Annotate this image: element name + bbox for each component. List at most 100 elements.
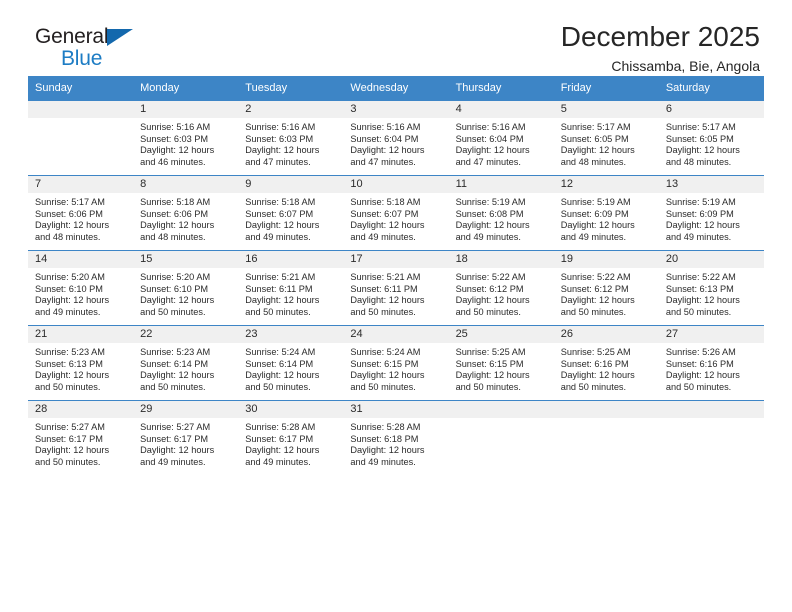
sunset-text: Sunset: 6:13 PM	[665, 283, 734, 294]
day-cell-inner: 15 Sunrise: 5:20 AM Sunset: 6:10 PM Dayligh…	[133, 251, 239, 325]
day-number: 5	[553, 101, 659, 118]
day-details: Sunrise: 5:21 AM Sunset: 6:11 PM Daylight:…	[343, 268, 448, 318]
calendar-day-cell[interactable]: 24 Sunrise: 5:24 AM Sunset: 6:15 PM Dayligh…	[343, 325, 449, 401]
sunrise-text: Sunrise: 5:24 AM	[245, 347, 316, 357]
calendar-day-cell[interactable]: 28 Sunrise: 5:27 AM Sunset: 6:17 PM Dayligh…	[28, 400, 134, 475]
sunrise-text: Sunrise: 5:25 AM	[560, 347, 631, 357]
daylight-text-line2: and 50 minutes.	[560, 306, 627, 317]
calendar-day-cell[interactable]	[28, 100, 134, 176]
calendar-day-cell[interactable]: 3 Sunrise: 5:16 AM Sunset: 6:04 PM Daylight…	[343, 100, 449, 176]
calendar-day-cell[interactable]: 12 Sunrise: 5:19 AM Sunset: 6:09 PM Dayligh…	[553, 175, 659, 251]
day-number: 29	[133, 401, 239, 418]
day-details: Sunrise: 5:19 AM Sunset: 6:09 PM Daylight:…	[554, 193, 659, 243]
calendar-day-cell[interactable]: 2 Sunrise: 5:16 AM Sunset: 6:03 PM Daylight…	[238, 100, 344, 176]
calendar-day-cell[interactable]	[658, 400, 764, 475]
daylight-text-line2: and 49 minutes.	[350, 456, 416, 467]
day-details: Sunrise: 5:17 AM Sunset: 6:05 PM Daylight:…	[554, 118, 659, 168]
sunset-text: Sunset: 6:09 PM	[560, 208, 629, 219]
day-cell-inner: 11 Sunrise: 5:19 AM Sunset: 6:08 PM Dayligh…	[448, 176, 554, 250]
day-cell-inner	[553, 401, 659, 475]
day-cell-inner: 21 Sunrise: 5:23 AM Sunset: 6:13 PM Dayligh…	[28, 326, 134, 400]
daylight-text-line1: Daylight: 12 hours	[665, 145, 740, 156]
day-cell-inner: 24 Sunrise: 5:24 AM Sunset: 6:15 PM Dayligh…	[343, 326, 449, 400]
day-cell-inner	[28, 101, 134, 175]
sunset-text: Sunset: 6:18 PM	[350, 433, 419, 444]
day-number: 7	[28, 176, 134, 193]
day-number: 22	[133, 326, 239, 343]
sunrise-text: Sunrise: 5:16 AM	[350, 122, 421, 132]
calendar-day-cell[interactable]: 18 Sunrise: 5:22 AM Sunset: 6:12 PM Dayligh…	[448, 250, 554, 326]
calendar-day-cell[interactable]: 27 Sunrise: 5:26 AM Sunset: 6:16 PM Dayligh…	[658, 325, 764, 401]
calendar-week-row: 28 Sunrise: 5:27 AM Sunset: 6:17 PM Dayligh…	[28, 400, 764, 475]
calendar-day-cell[interactable]: 22 Sunrise: 5:23 AM Sunset: 6:14 PM Dayligh…	[133, 325, 239, 401]
weekday-header-wednesday: Wednesday	[343, 76, 449, 101]
sunset-text: Sunset: 6:03 PM	[245, 133, 314, 144]
calendar-day-cell[interactable]: 11 Sunrise: 5:19 AM Sunset: 6:08 PM Dayligh…	[448, 175, 554, 251]
sunrise-text: Sunrise: 5:27 AM	[35, 422, 105, 432]
calendar-day-cell[interactable]: 20 Sunrise: 5:22 AM Sunset: 6:13 PM Dayligh…	[658, 250, 764, 326]
calendar-day-cell[interactable]: 25 Sunrise: 5:25 AM Sunset: 6:15 PM Dayligh…	[448, 325, 554, 401]
daylight-text-line1: Daylight: 12 hours	[35, 295, 110, 306]
day-cell-inner: 14 Sunrise: 5:20 AM Sunset: 6:10 PM Dayligh…	[28, 251, 134, 325]
daylight-text-line2: and 50 minutes.	[560, 381, 627, 392]
sunset-text: Sunset: 6:17 PM	[35, 433, 103, 444]
daylight-text-line2: and 50 minutes.	[455, 381, 521, 392]
day-number: 11	[448, 176, 554, 193]
calendar-day-cell[interactable]: 21 Sunrise: 5:23 AM Sunset: 6:13 PM Dayligh…	[28, 325, 134, 401]
sunrise-text: Sunrise: 5:17 AM	[35, 197, 105, 207]
calendar-week-row: 7 Sunrise: 5:17 AM Sunset: 6:06 PM Daylight…	[28, 175, 764, 251]
logo-triangle-icon	[107, 29, 133, 46]
daylight-text-line2: and 46 minutes.	[140, 156, 206, 167]
sunset-text: Sunset: 6:11 PM	[245, 283, 313, 294]
calendar-day-cell[interactable]: 19 Sunrise: 5:22 AM Sunset: 6:12 PM Dayligh…	[553, 250, 659, 326]
daylight-text-line2: and 48 minutes.	[140, 231, 206, 242]
calendar-day-cell[interactable]: 30 Sunrise: 5:28 AM Sunset: 6:17 PM Dayligh…	[238, 400, 344, 475]
calendar-day-cell[interactable]: 29 Sunrise: 5:27 AM Sunset: 6:17 PM Dayligh…	[133, 400, 239, 475]
sunrise-text: Sunrise: 5:19 AM	[665, 197, 736, 207]
calendar-day-cell[interactable]	[448, 400, 554, 475]
calendar-day-cell[interactable]: 17 Sunrise: 5:21 AM Sunset: 6:11 PM Dayligh…	[343, 250, 449, 326]
calendar-day-cell[interactable]: 1 Sunrise: 5:16 AM Sunset: 6:03 PM Daylight…	[133, 100, 239, 176]
day-cell-inner: 16 Sunrise: 5:21 AM Sunset: 6:11 PM Dayligh…	[238, 251, 344, 325]
calendar-day-cell[interactable]: 8 Sunrise: 5:18 AM Sunset: 6:06 PM Daylight…	[133, 175, 239, 251]
weekday-header-sunday: Sunday	[28, 76, 134, 101]
calendar-day-cell[interactable]: 14 Sunrise: 5:20 AM Sunset: 6:10 PM Dayligh…	[28, 250, 134, 326]
calendar-day-cell[interactable]: 16 Sunrise: 5:21 AM Sunset: 6:11 PM Dayligh…	[238, 250, 344, 326]
day-details: Sunrise: 5:16 AM Sunset: 6:03 PM Daylight:…	[133, 118, 238, 168]
day-details: Sunrise: 5:23 AM Sunset: 6:14 PM Daylight:…	[133, 343, 238, 393]
day-cell-inner	[658, 401, 764, 475]
daylight-text-line1: Daylight: 12 hours	[140, 220, 215, 231]
day-details: Sunrise: 5:22 AM Sunset: 6:12 PM Daylight:…	[554, 268, 659, 318]
day-number	[553, 401, 659, 418]
daylight-text-line1: Daylight: 12 hours	[245, 445, 320, 456]
calendar-day-cell[interactable]: 7 Sunrise: 5:17 AM Sunset: 6:06 PM Daylight…	[28, 175, 134, 251]
sunrise-text: Sunrise: 5:25 AM	[455, 347, 526, 357]
calendar-day-cell[interactable]: 5 Sunrise: 5:17 AM Sunset: 6:05 PM Daylight…	[553, 100, 659, 176]
calendar-day-cell[interactable]: 9 Sunrise: 5:18 AM Sunset: 6:07 PM Daylight…	[238, 175, 344, 251]
calendar-day-cell[interactable]	[553, 400, 659, 475]
day-number	[448, 401, 554, 418]
calendar-day-cell[interactable]: 6 Sunrise: 5:17 AM Sunset: 6:05 PM Daylight…	[658, 100, 764, 176]
calendar-head: Sunday Monday Tuesday Wednesday Thursday…	[28, 76, 764, 101]
day-number: 4	[448, 101, 554, 118]
sunset-text: Sunset: 6:05 PM	[665, 133, 734, 144]
calendar-day-cell[interactable]: 10 Sunrise: 5:18 AM Sunset: 6:07 PM Dayligh…	[343, 175, 449, 251]
day-cell-inner: 31 Sunrise: 5:28 AM Sunset: 6:18 PM Dayligh…	[343, 401, 449, 475]
daylight-text-line2: and 50 minutes.	[35, 381, 101, 392]
calendar-day-cell[interactable]: 23 Sunrise: 5:24 AM Sunset: 6:14 PM Dayligh…	[238, 325, 344, 401]
sunrise-text: Sunrise: 5:22 AM	[665, 272, 736, 282]
calendar-day-cell[interactable]: 13 Sunrise: 5:19 AM Sunset: 6:09 PM Dayligh…	[658, 175, 764, 251]
day-details: Sunrise: 5:25 AM Sunset: 6:15 PM Daylight:…	[449, 343, 554, 393]
calendar-day-cell[interactable]: 4 Sunrise: 5:16 AM Sunset: 6:04 PM Daylight…	[448, 100, 554, 176]
calendar-day-cell[interactable]: 15 Sunrise: 5:20 AM Sunset: 6:10 PM Dayligh…	[133, 250, 239, 326]
daylight-text-line2: and 50 minutes.	[245, 306, 311, 317]
sunrise-text: Sunrise: 5:18 AM	[140, 197, 211, 207]
calendar-day-cell[interactable]: 31 Sunrise: 5:28 AM Sunset: 6:18 PM Dayligh…	[343, 400, 449, 475]
calendar-day-cell[interactable]: 26 Sunrise: 5:25 AM Sunset: 6:16 PM Dayligh…	[553, 325, 659, 401]
sunrise-text: Sunrise: 5:22 AM	[560, 272, 631, 282]
sunrise-text: Sunrise: 5:22 AM	[455, 272, 526, 282]
day-cell-inner: 27 Sunrise: 5:26 AM Sunset: 6:16 PM Dayligh…	[658, 326, 764, 400]
day-number: 31	[343, 401, 449, 418]
calendar-page: General Blue December 2025 Chissamba, Bi…	[0, 0, 792, 612]
daylight-text-line2: and 49 minutes.	[560, 231, 627, 242]
